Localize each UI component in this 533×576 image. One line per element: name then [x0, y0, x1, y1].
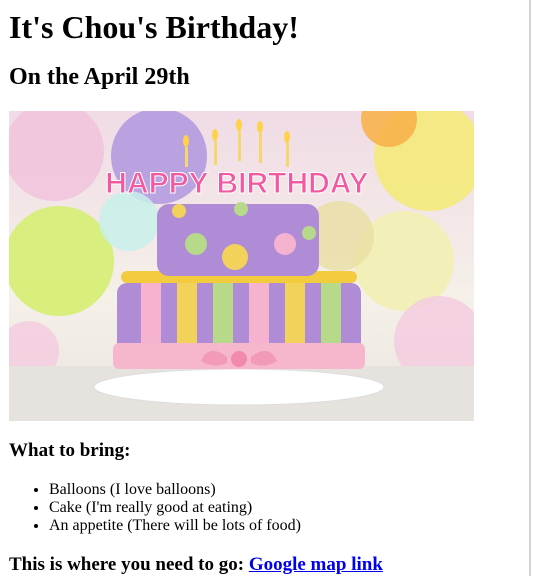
ribbon-knot — [231, 351, 247, 367]
flame — [284, 131, 290, 143]
list-item: Cake (I'm really good at eating) — [49, 499, 301, 517]
page-title: It's Chou's Birthday! — [9, 9, 299, 45]
decor-dot — [222, 244, 248, 270]
page-subtitle: On the April 29th — [9, 64, 190, 90]
candle — [185, 147, 188, 167]
destination-line: This is where you need to go: Google map… — [9, 554, 383, 576]
decor-dot — [185, 233, 207, 255]
decor-dot — [172, 204, 186, 218]
birthday-cake-image: HAPPY BIRTHDAY — [9, 111, 474, 421]
cake-stand — [93, 368, 385, 406]
decor-dot — [302, 226, 316, 240]
balloon-mint — [99, 191, 159, 251]
decor-dot — [274, 233, 296, 255]
candle — [259, 133, 262, 163]
page: It's Chou's Birthday! On the April 29th — [0, 0, 531, 576]
flame — [236, 119, 242, 131]
candle — [286, 143, 289, 167]
flame — [257, 121, 263, 133]
bring-list: Balloons (I love balloons) Cake (I'm rea… — [9, 481, 301, 535]
google-map-link[interactable]: Google map link — [249, 554, 383, 575]
flame — [183, 135, 189, 147]
candle — [214, 141, 217, 165]
decor-dot — [234, 202, 248, 216]
candle — [238, 131, 241, 161]
cake-illustration: HAPPY BIRTHDAY — [9, 111, 474, 421]
flame — [212, 129, 218, 141]
list-item: An appetite (There will be lots of food) — [49, 517, 301, 535]
balloon-green — [9, 206, 114, 316]
happy-birthday-topper: HAPPY BIRTHDAY — [105, 167, 368, 200]
destination-label: This is where you need to go: — [9, 554, 245, 575]
balloon-pink — [9, 111, 104, 201]
bring-heading: What to bring: — [9, 440, 131, 461]
list-item: Balloons (I love balloons) — [49, 481, 301, 499]
